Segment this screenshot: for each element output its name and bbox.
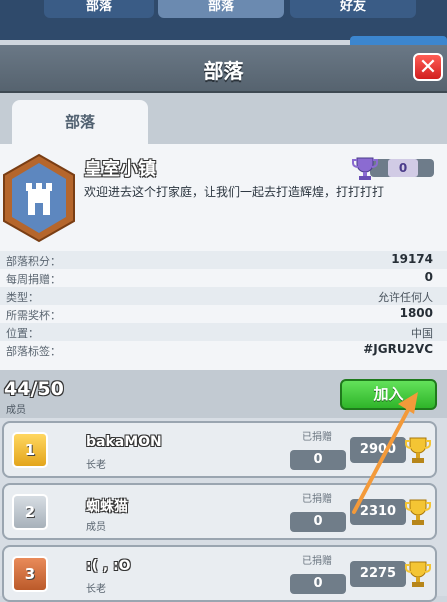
trophy-value: 2310 (359, 504, 397, 519)
member-role: 成员 (86, 522, 106, 533)
member-name: 蜘蛛猫 (86, 499, 128, 515)
clan-badge-icon (3, 153, 75, 243)
stat-label: 所需奖杯： (6, 309, 61, 322)
member-role: 长老 (86, 584, 106, 595)
member-row[interactable]: 1 bakaMON 长老 已捐赠 0 2900 (2, 421, 437, 478)
donated-value: 0 (290, 574, 346, 594)
stat-value: 1800 (399, 306, 433, 320)
stat-weekly-donations: 每周捐赠： 0 (0, 269, 447, 287)
member-trophies: 2310 (350, 495, 432, 529)
close-button[interactable]: ✕ (413, 53, 443, 81)
stat-label: 位置： (6, 327, 39, 340)
tab-clan-info[interactable]: 部落 (12, 100, 148, 144)
clan-trophy-icon (352, 157, 378, 180)
donated-label: 已捐赠 (302, 432, 332, 443)
top-tab-clan[interactable]: 部落 (44, 0, 154, 18)
donated-label: 已捐赠 (302, 494, 332, 505)
donated-label: 已捐赠 (302, 556, 332, 567)
top-tab-clan-alt[interactable]: 部落 (158, 0, 284, 18)
trophy-icon (405, 561, 431, 587)
member-count: 44/50 (4, 378, 64, 400)
clan-dialog: 部落 ✕ 部落 皇室小镇 欢迎进去这个打家庭，让我们一起去打造辉煌，打打打打 0… (0, 45, 447, 602)
member-row[interactable]: 3 :( , :O 长老 已捐赠 0 2275 (2, 545, 437, 602)
stat-type: 类型： 允许任何人 (0, 287, 447, 305)
stat-clan-tag: 部落标签： #JGRU2VC (0, 341, 447, 359)
stat-clan-score: 部落积分： 19174 (0, 251, 447, 269)
trophy-icon (405, 437, 431, 463)
donated-value: 0 (290, 512, 346, 532)
member-trophies: 2900 (350, 433, 432, 467)
close-icon: ✕ (418, 55, 438, 80)
dialog-header: 部落 ✕ (0, 45, 447, 93)
rank-badge: 3 (12, 556, 48, 592)
stat-label: 每周捐赠： (6, 273, 61, 286)
stat-value: 中国 (411, 327, 433, 340)
member-name: :( , :O (86, 558, 131, 574)
stat-label: 部落标签： (6, 345, 61, 358)
member-count-label: 成员 (6, 405, 26, 416)
clan-name: 皇室小镇 (84, 159, 156, 180)
join-button[interactable]: 加入 (340, 379, 437, 410)
member-name: bakaMON (86, 434, 162, 450)
stat-label: 类型： (6, 291, 39, 304)
clan-description: 欢迎进去这个打家庭，让我们一起去打造辉煌，打打打打 (84, 185, 385, 199)
stat-value: 允许任何人 (378, 291, 433, 304)
rank-badge: 1 (12, 432, 48, 468)
trophy-icon (405, 499, 431, 525)
stat-required-trophies: 所需奖杯： 1800 (0, 305, 447, 323)
top-tab-friends[interactable]: 好友 (290, 0, 416, 18)
clan-trophy-display: 0 (352, 155, 436, 181)
trophy-value: 2275 (359, 566, 397, 581)
stat-value: 19174 (391, 252, 433, 266)
clan-stats: 部落积分： 19174 每周捐赠： 0 类型： 允许任何人 所需奖杯： 1800… (0, 251, 447, 359)
stat-value: #JGRU2VC (363, 342, 433, 356)
rank-badge: 2 (12, 494, 48, 530)
clan-trophy-value: 0 (388, 159, 418, 177)
donated-value: 0 (290, 450, 346, 470)
stat-label: 部落积分： (6, 255, 61, 268)
dialog-title: 部落 (203, 59, 244, 83)
stat-location: 位置： 中国 (0, 323, 447, 341)
member-trophies: 2275 (350, 557, 432, 591)
member-role: 长老 (86, 460, 106, 471)
trophy-value: 2900 (359, 442, 397, 457)
member-row[interactable]: 2 蜘蛛猫 成员 已捐赠 0 2310 (2, 483, 437, 540)
stat-value: 0 (424, 270, 433, 284)
